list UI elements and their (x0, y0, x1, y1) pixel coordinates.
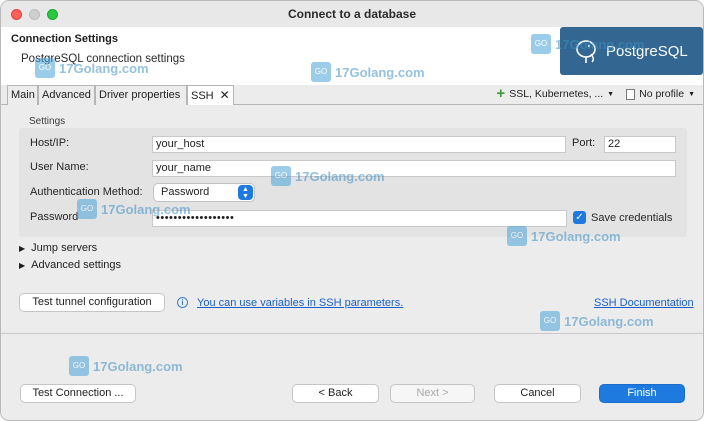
back-button[interactable]: < Back (292, 384, 379, 403)
port-input[interactable]: 22 (604, 136, 676, 153)
tab-main-label: Main (11, 89, 35, 101)
watermark-logo: GO (507, 226, 527, 246)
profile-icon (626, 88, 636, 100)
triangle-right-icon: ▶ (19, 260, 26, 270)
tab-advanced[interactable]: Advanced (38, 85, 95, 105)
watermark-logo: GO (77, 199, 97, 219)
watermark-logo: GO (35, 58, 55, 78)
watermark-text: 17Golang.com (295, 168, 385, 184)
profile-dropdown[interactable]: No profile (639, 88, 684, 100)
dialog-footer: Test Connection ... < Back Next > Cancel… (1, 333, 703, 420)
watermark-logo: GO (531, 34, 551, 54)
user-name-label: User Name: (30, 161, 89, 173)
test-tunnel-button[interactable]: Test tunnel configuration (19, 293, 165, 312)
host-label: Host/IP: (30, 137, 70, 149)
watermark-text: 17Golang.com (93, 358, 183, 374)
dialog-window: Connect to a database Connection Setting… (0, 0, 704, 421)
settings-group-label: Settings (29, 116, 66, 127)
watermark: GO 17Golang.com (540, 311, 654, 331)
watermark-text: 17Golang.com (59, 60, 149, 76)
tab-ssh-label: SSH (191, 90, 214, 102)
close-window-button[interactable] (11, 9, 22, 20)
triangle-right-icon: ▶ (19, 243, 26, 253)
tab-tools: + SSL, Kubernetes, ... ▼ No profile ▼ (496, 86, 695, 101)
watermark: GO 17Golang.com (531, 34, 645, 54)
tab-driver-properties-label: Driver properties (99, 89, 181, 101)
watermark-text: 17Golang.com (555, 36, 645, 52)
watermark: GO 17Golang.com (69, 356, 183, 376)
watermark-logo: GO (271, 166, 291, 186)
minimize-window-button[interactable] (29, 9, 40, 20)
tab-main[interactable]: Main (7, 85, 38, 105)
select-arrows-icon: ▲ ▼ (238, 185, 253, 200)
save-credentials-label: Save credentials (591, 212, 673, 224)
watermark: GO 17Golang.com (311, 62, 425, 82)
plus-icon[interactable]: + (496, 86, 505, 101)
watermark: GO 17Golang.com (77, 199, 191, 219)
chevron-down-icon[interactable]: ▼ (688, 91, 695, 98)
watermark: GO 17Golang.com (507, 226, 621, 246)
window-controls (11, 9, 58, 20)
ssh-documentation-link[interactable]: SSH Documentation (594, 297, 694, 309)
ssh-variables-link[interactable]: You can use variables in SSH parameters. (197, 297, 403, 309)
password-input[interactable]: •••••••••••••••••• (152, 210, 567, 227)
chevron-down-icon[interactable]: ▼ (607, 91, 614, 98)
watermark-logo: GO (540, 311, 560, 331)
jump-servers-label: Jump servers (31, 242, 98, 254)
watermark: GO 17Golang.com (35, 58, 149, 78)
cancel-button[interactable]: Cancel (494, 384, 581, 403)
port-label: Port: (572, 137, 596, 149)
watermark-text: 17Golang.com (335, 64, 425, 80)
watermark-logo: GO (311, 62, 331, 82)
maximize-window-button[interactable] (47, 9, 58, 20)
info-icon: i (177, 297, 188, 308)
watermark: GO 17Golang.com (271, 166, 385, 186)
watermark-text: 17Golang.com (531, 228, 621, 244)
user-name-input[interactable]: your_name (152, 160, 676, 177)
watermark-text: 17Golang.com (564, 313, 654, 329)
ssh-content: Settings Host/IP: your_host Port: 22 Use… (1, 105, 703, 333)
window-title: Connect to a database (287, 7, 417, 21)
tab-ssh[interactable]: SSH ✕ (187, 85, 234, 106)
add-handler-dropdown[interactable]: SSL, Kubernetes, ... (509, 88, 603, 100)
test-connection-button[interactable]: Test Connection ... (20, 384, 136, 403)
watermark-text: 17Golang.com (101, 201, 191, 217)
tab-advanced-label: Advanced (42, 89, 91, 101)
password-label: Password (30, 211, 79, 223)
advanced-settings-label: Advanced settings (31, 259, 122, 271)
save-credentials-checkbox[interactable]: ✓ (573, 211, 586, 224)
tab-bar: Main Advanced Driver properties SSH ✕ + S… (1, 85, 703, 106)
finish-button[interactable]: Finish (599, 384, 685, 403)
close-tab-icon[interactable]: ✕ (220, 88, 230, 102)
auth-method-label: Authentication Method: (30, 186, 143, 198)
advanced-settings-expander[interactable]: ▶ Advanced settings (19, 259, 121, 271)
host-input[interactable]: your_host (152, 136, 566, 153)
title-bar: Connect to a database (1, 1, 703, 27)
watermark-logo: GO (69, 356, 89, 376)
tab-driver-properties[interactable]: Driver properties (95, 85, 187, 105)
next-button[interactable]: Next > (390, 384, 475, 403)
header-title: Connection Settings (11, 33, 118, 45)
auth-method-value: Password (161, 186, 210, 198)
jump-servers-expander[interactable]: ▶ Jump servers (19, 242, 97, 254)
